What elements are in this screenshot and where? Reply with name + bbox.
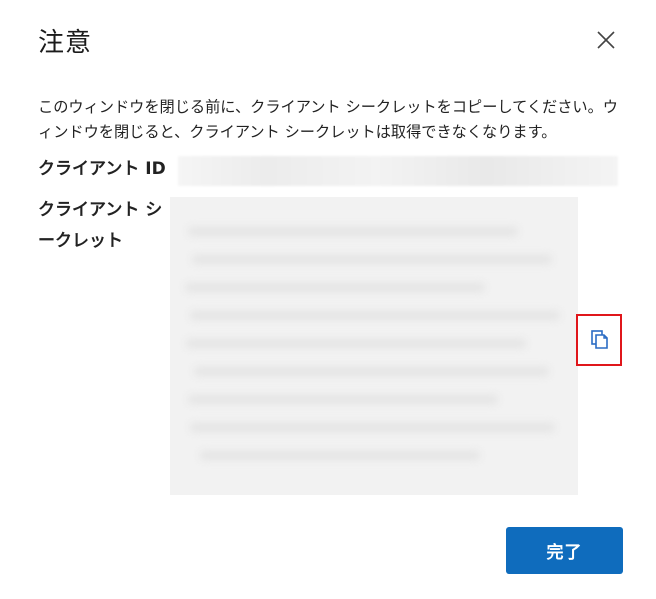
- done-button[interactable]: 完了: [506, 527, 623, 574]
- client-secret-value[interactable]: [170, 197, 578, 495]
- client-secret-label: クライアント シークレット: [38, 200, 163, 251]
- close-icon: [597, 31, 615, 49]
- dialog-title: 注意: [38, 28, 93, 58]
- warning-message: このウィンドウを閉じる前に、クライアント シークレットをコピーしてください。ウィ…: [38, 98, 618, 141]
- close-button[interactable]: [592, 26, 620, 54]
- copy-secret-button[interactable]: [576, 314, 622, 366]
- client-id-value[interactable]: [178, 156, 618, 186]
- attention-dialog: 注意 このウィンドウを閉じる前に、クライアント シークレットをコピーしてください…: [0, 0, 656, 599]
- copy-icon: [591, 330, 608, 349]
- client-id-label: クライアント ID: [38, 159, 166, 179]
